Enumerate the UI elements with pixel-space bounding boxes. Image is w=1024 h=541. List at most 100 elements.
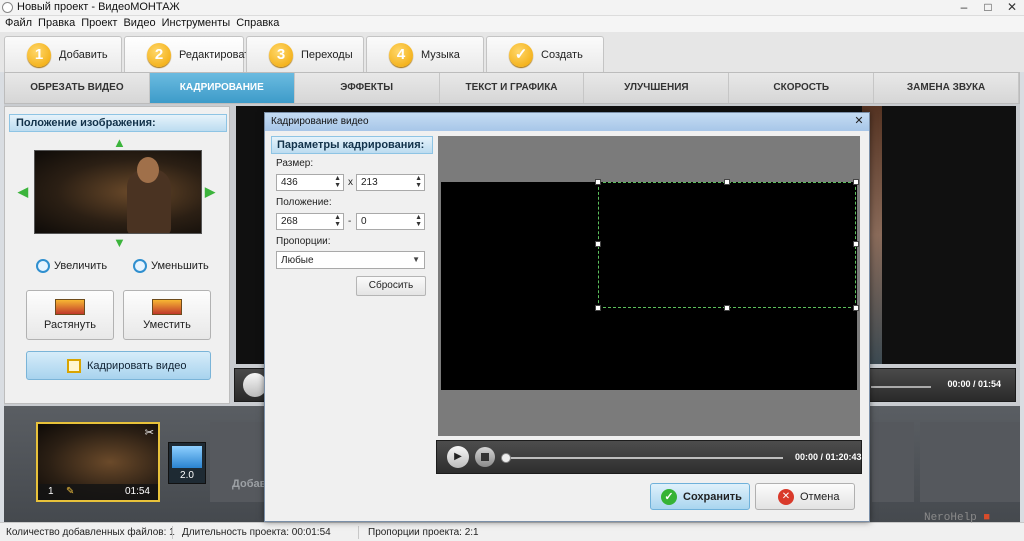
tab-trim-video[interactable]: ОБРЕЗАТЬ ВИДЕО (5, 73, 150, 103)
dialog-seek-bar[interactable] (503, 457, 783, 459)
panel-title: Положение изображения: (9, 114, 227, 132)
height-field[interactable]: 213 ▲ ▼ (356, 174, 425, 191)
clip-info-bar: 1 ✎ 01:54 (38, 484, 158, 500)
menu-tools[interactable]: Инструменты (161, 16, 236, 32)
status-duration: Длительность проекта: 00:01:54 (182, 527, 331, 538)
proportions-label: Пропорции: (276, 236, 331, 247)
save-button[interactable]: ✓ Сохранить (650, 483, 750, 510)
menu-help[interactable]: Справка (235, 16, 284, 32)
tab-effects[interactable]: ЭФФЕКТЫ (295, 73, 440, 103)
menu-project[interactable]: Проект (80, 16, 122, 32)
fit-icon (152, 299, 182, 315)
dialog-player-bar: ▶ 00:00 / 01:20:43 (436, 440, 862, 474)
crop-video-button[interactable]: Кадрировать видео (26, 351, 211, 380)
position-y-value: 0 (361, 216, 367, 227)
maximize-icon[interactable]: □ (976, 0, 1000, 16)
zoom-in-label: Увеличить (54, 260, 108, 272)
dialog-player-time: 00:00 / 01:20:43 (795, 452, 862, 462)
transition-block[interactable]: 2.0 (168, 442, 206, 484)
status-divider (358, 526, 359, 539)
menu-edit[interactable]: Правка (37, 16, 80, 32)
spinner-arrows-icon[interactable]: ▲ ▼ (415, 214, 422, 228)
cancel-label: Отмена (800, 490, 840, 503)
cancel-button[interactable]: ✕ Отмена (755, 483, 855, 510)
window-title: Новый проект - ВидеоМОНТАЖ (17, 1, 180, 13)
position-label: Положение: (276, 197, 332, 208)
step-label: Переходы (301, 49, 353, 61)
crop-icon (67, 359, 81, 373)
spinner-arrows-icon[interactable]: ▲ ▼ (334, 175, 341, 189)
step-number-icon: 1 (27, 43, 51, 67)
stop-icon[interactable] (475, 447, 495, 467)
tab-speed[interactable]: СКОРОСТЬ (729, 73, 875, 103)
scissors-icon[interactable]: ✂ (145, 426, 154, 439)
menu-bar: Файл Правка Проект Видео Инструменты Спр… (0, 16, 1024, 32)
crop-handle-bottom-left[interactable] (595, 305, 601, 311)
move-down-icon[interactable]: ▼ (113, 235, 126, 250)
spinner-arrows-icon[interactable]: ▲ ▼ (415, 175, 422, 189)
status-divider (172, 526, 173, 539)
step-tab-add[interactable]: 1 Добавить (4, 36, 122, 72)
width-field[interactable]: 436 ▲ ▼ (276, 174, 344, 191)
menu-video[interactable]: Видео (122, 16, 160, 32)
crop-handle-bottom-right[interactable] (853, 305, 859, 311)
width-value: 436 (281, 177, 298, 188)
step-tab-music[interactable]: 4 Музыка (366, 36, 484, 72)
tab-text-graphics[interactable]: ТЕКСТ И ГРАФИКА (440, 73, 585, 103)
position-x-field[interactable]: 268 ▲ ▼ (276, 213, 344, 230)
play-icon[interactable]: ▶ (447, 446, 469, 468)
tab-crop[interactable]: КАДРИРОВАНИЕ (149, 73, 295, 103)
fit-button[interactable]: Уместить (123, 290, 211, 340)
chevron-down-icon: ▼ (412, 255, 420, 264)
crop-handle-right[interactable] (853, 241, 859, 247)
tab-enhancements[interactable]: УЛУЧШЕНИЯ (584, 73, 730, 103)
move-left-icon[interactable]: ◀ (18, 184, 28, 200)
step-tab-edit[interactable]: 2 Редактировать (124, 36, 255, 72)
tab-replace-sound[interactable]: ЗАМЕНА ЗВУКА (874, 73, 1020, 103)
zoom-in-button[interactable]: Увеличить (36, 259, 107, 273)
step-label: Создать (541, 49, 583, 61)
title-bar: Новый проект - ВидеоМОНТАЖ – □ ✕ (0, 0, 1024, 16)
crop-handle-bottom[interactable] (724, 305, 730, 311)
close-window-icon[interactable]: ✕ (1000, 0, 1024, 16)
minimize-icon[interactable]: – (952, 0, 976, 16)
stretch-button[interactable]: Растянуть (26, 290, 114, 340)
proportions-select[interactable]: Любые ▼ (276, 251, 425, 269)
crop-handle-top[interactable] (724, 179, 730, 185)
zoom-out-button[interactable]: Уменьшить (133, 259, 209, 273)
edit-subtabs: ОБРЕЗАТЬ ВИДЕО КАДРИРОВАНИЕ ЭФФЕКТЫ ТЕКС… (4, 72, 1020, 104)
crop-handle-top-left[interactable] (595, 179, 601, 185)
dialog-close-icon[interactable]: ✕ (852, 114, 866, 128)
add-clip-slot[interactable]: Добав (210, 422, 266, 502)
pencil-icon[interactable]: ✎ (66, 486, 74, 497)
crop-selection-rect[interactable] (598, 182, 856, 308)
clip-duration: 01:54 (124, 486, 150, 497)
position-y-field[interactable]: 0 ▲ ▼ (356, 213, 425, 230)
clip-index: 1 (48, 486, 54, 497)
step-tab-create[interactable]: ✓ Создать (486, 36, 604, 72)
step-label: Добавить (59, 49, 108, 61)
watermark-mark: ■ (983, 512, 990, 524)
checkmark-icon: ✓ (661, 488, 677, 505)
spinner-arrows-icon[interactable]: ▲ ▼ (334, 214, 341, 228)
move-up-icon[interactable]: ▲ (113, 135, 126, 150)
main-player-time: 00:00 / 01:54 (947, 379, 1001, 389)
step-number-icon: 3 (269, 43, 293, 67)
step-number-icon: 2 (147, 43, 171, 67)
add-clip-label: Добав (232, 478, 267, 490)
crop-handle-left[interactable] (595, 241, 601, 247)
reset-button[interactable]: Сбросить (356, 276, 426, 296)
main-seek-bar[interactable] (871, 386, 931, 388)
zoom-out-icon (133, 259, 147, 273)
status-proportions: Пропорции проекта: 2:1 (368, 527, 479, 538)
timeline-clip[interactable]: ✂ 1 ✎ 01:54 (36, 422, 160, 502)
stretch-label: Растянуть (44, 319, 96, 331)
step-tab-transitions[interactable]: 3 Переходы (246, 36, 364, 72)
transition-thumbnail (172, 446, 202, 468)
seek-knob[interactable] (501, 453, 511, 463)
crop-video-label: Кадрировать видео (87, 359, 187, 372)
crop-handle-top-right[interactable] (853, 179, 859, 185)
move-right-icon[interactable]: ▶ (205, 184, 215, 200)
stretch-icon (55, 299, 85, 315)
menu-file[interactable]: Файл (4, 16, 37, 32)
